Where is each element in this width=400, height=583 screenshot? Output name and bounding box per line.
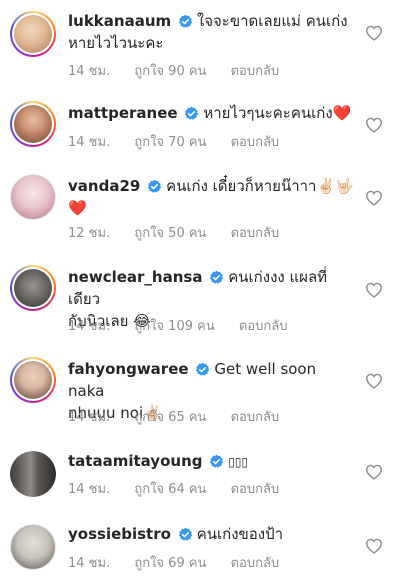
avatar[interactable] <box>10 174 56 220</box>
comment-time: 14 ชม. <box>68 319 111 334</box>
comment-text: mattperanee หายไวๆนะคะคนเก่ง❤️ <box>68 102 356 124</box>
username[interactable]: vanda29 <box>68 177 140 195</box>
like-heart-icon[interactable] <box>365 117 383 133</box>
reply-button[interactable]: ตอบกลับ <box>231 482 280 497</box>
comment-time: 12 ชม. <box>68 226 111 241</box>
avatar[interactable] <box>10 357 56 403</box>
comment-text: tataamitayoung ▯▯▯ <box>68 450 356 473</box>
comment-message: ▯▯▯ <box>228 455 249 469</box>
verified-badge-icon <box>147 179 162 193</box>
likes-count[interactable]: ถูกใจ 109 คน <box>134 319 214 334</box>
comment-message: หายไวๆนะคะคนเก่ง <box>203 104 333 122</box>
like-heart-icon[interactable] <box>365 538 383 554</box>
avatar[interactable] <box>10 11 56 57</box>
likes-count[interactable]: ถูกใจ 65 คน <box>134 410 206 425</box>
avatar[interactable] <box>10 524 56 570</box>
comment-meta: 14 ชม. ถูกใจ 70 คน ตอบกลับ <box>68 131 299 152</box>
username[interactable]: newclear_hansa <box>68 268 202 286</box>
likes-count[interactable]: ถูกใจ 69 คน <box>134 556 206 571</box>
comment-time: 14 ชม. <box>68 64 111 79</box>
like-heart-icon[interactable] <box>365 25 383 41</box>
comment-meta: 12 ชม. ถูกใจ 50 คน ตอบกลับ <box>68 222 299 243</box>
comment-meta: 14 ชม. ถูกใจ 109 คน ตอบกลับ <box>68 315 307 336</box>
avatar[interactable] <box>10 451 56 497</box>
like-heart-icon[interactable] <box>365 373 383 389</box>
comment-time: 14 ชม. <box>68 410 111 425</box>
comment-message: คนเก่งของป้า <box>196 525 284 543</box>
verified-badge-icon <box>178 527 192 541</box>
avatar[interactable] <box>10 101 56 147</box>
like-heart-icon[interactable] <box>365 190 383 206</box>
comment-text: vanda29 คนเก่ง เดี๋ยวก็หายน๊าาา✌🏻🤟🏻 ❤️ <box>68 175 356 219</box>
likes-count[interactable]: ถูกใจ 90 คน <box>134 64 206 79</box>
avatar[interactable] <box>10 265 56 311</box>
comment-meta: 14 ชม. ถูกใจ 65 คน ตอบกลับ <box>68 406 299 427</box>
like-heart-icon[interactable] <box>365 464 383 480</box>
verified-badge-icon <box>210 454 224 468</box>
verified-badge-icon <box>185 106 199 120</box>
comment-message-line2: หายไวไวนะคะ <box>68 34 164 52</box>
comment-meta: 14 ชม. ถูกใจ 64 คน ตอบกลับ <box>68 478 299 499</box>
comment-meta: 14 ชม. ถูกใจ 90 คน ตอบกลับ <box>68 60 299 81</box>
red-heart-emoji: ❤️ <box>68 199 87 217</box>
comment-message: คนเก่ง เดี๋ยวก็หายน๊าาา <box>166 177 317 195</box>
username[interactable]: lukkanaaum <box>68 12 171 30</box>
comment-text: lukkanaaum ใจจะขาดเลยแม่ คนเก่ง หายไวไวน… <box>68 10 356 54</box>
reply-button[interactable]: ตอบกลับ <box>231 410 280 425</box>
likes-count[interactable]: ถูกใจ 64 คน <box>134 482 206 497</box>
verified-badge-icon <box>210 270 224 284</box>
comment-message: ใจจะขาดเลยแม่ คนเก่ง <box>196 12 348 30</box>
red-heart-emoji: ❤️ <box>332 104 352 122</box>
comment-list: lukkanaaum ใจจะขาดเลยแม่ คนเก่ง หายไวไวน… <box>0 0 400 583</box>
verified-badge-icon <box>178 14 193 28</box>
reply-button[interactable]: ตอบกลับ <box>231 64 280 79</box>
likes-count[interactable]: ถูกใจ 70 คน <box>134 135 206 150</box>
reply-button[interactable]: ตอบกลับ <box>239 319 288 334</box>
username[interactable]: fahyongwaree <box>68 360 189 378</box>
likes-count[interactable]: ถูกใจ 50 คน <box>134 226 206 241</box>
reply-button[interactable]: ตอบกลับ <box>231 556 280 571</box>
username[interactable]: yossiebistro <box>68 525 171 543</box>
reply-button[interactable]: ตอบกลับ <box>231 135 280 150</box>
comment-text: yossiebistro คนเก่งของป้า <box>68 523 356 545</box>
verified-badge-icon <box>196 362 210 376</box>
hand-gesture-emoji: ✌🏻🤟🏻 <box>316 177 354 195</box>
comment-time: 14 ชม. <box>68 135 111 150</box>
username[interactable]: mattperanee <box>68 104 178 122</box>
like-heart-icon[interactable] <box>365 282 383 298</box>
comment-time: 14 ชม. <box>68 482 111 497</box>
username[interactable]: tataamitayoung <box>68 452 203 470</box>
comment-meta: 14 ชม. ถูกใจ 69 คน ตอบกลับ <box>68 552 299 573</box>
reply-button[interactable]: ตอบกลับ <box>231 226 280 241</box>
comment-time: 14 ชม. <box>68 556 111 571</box>
